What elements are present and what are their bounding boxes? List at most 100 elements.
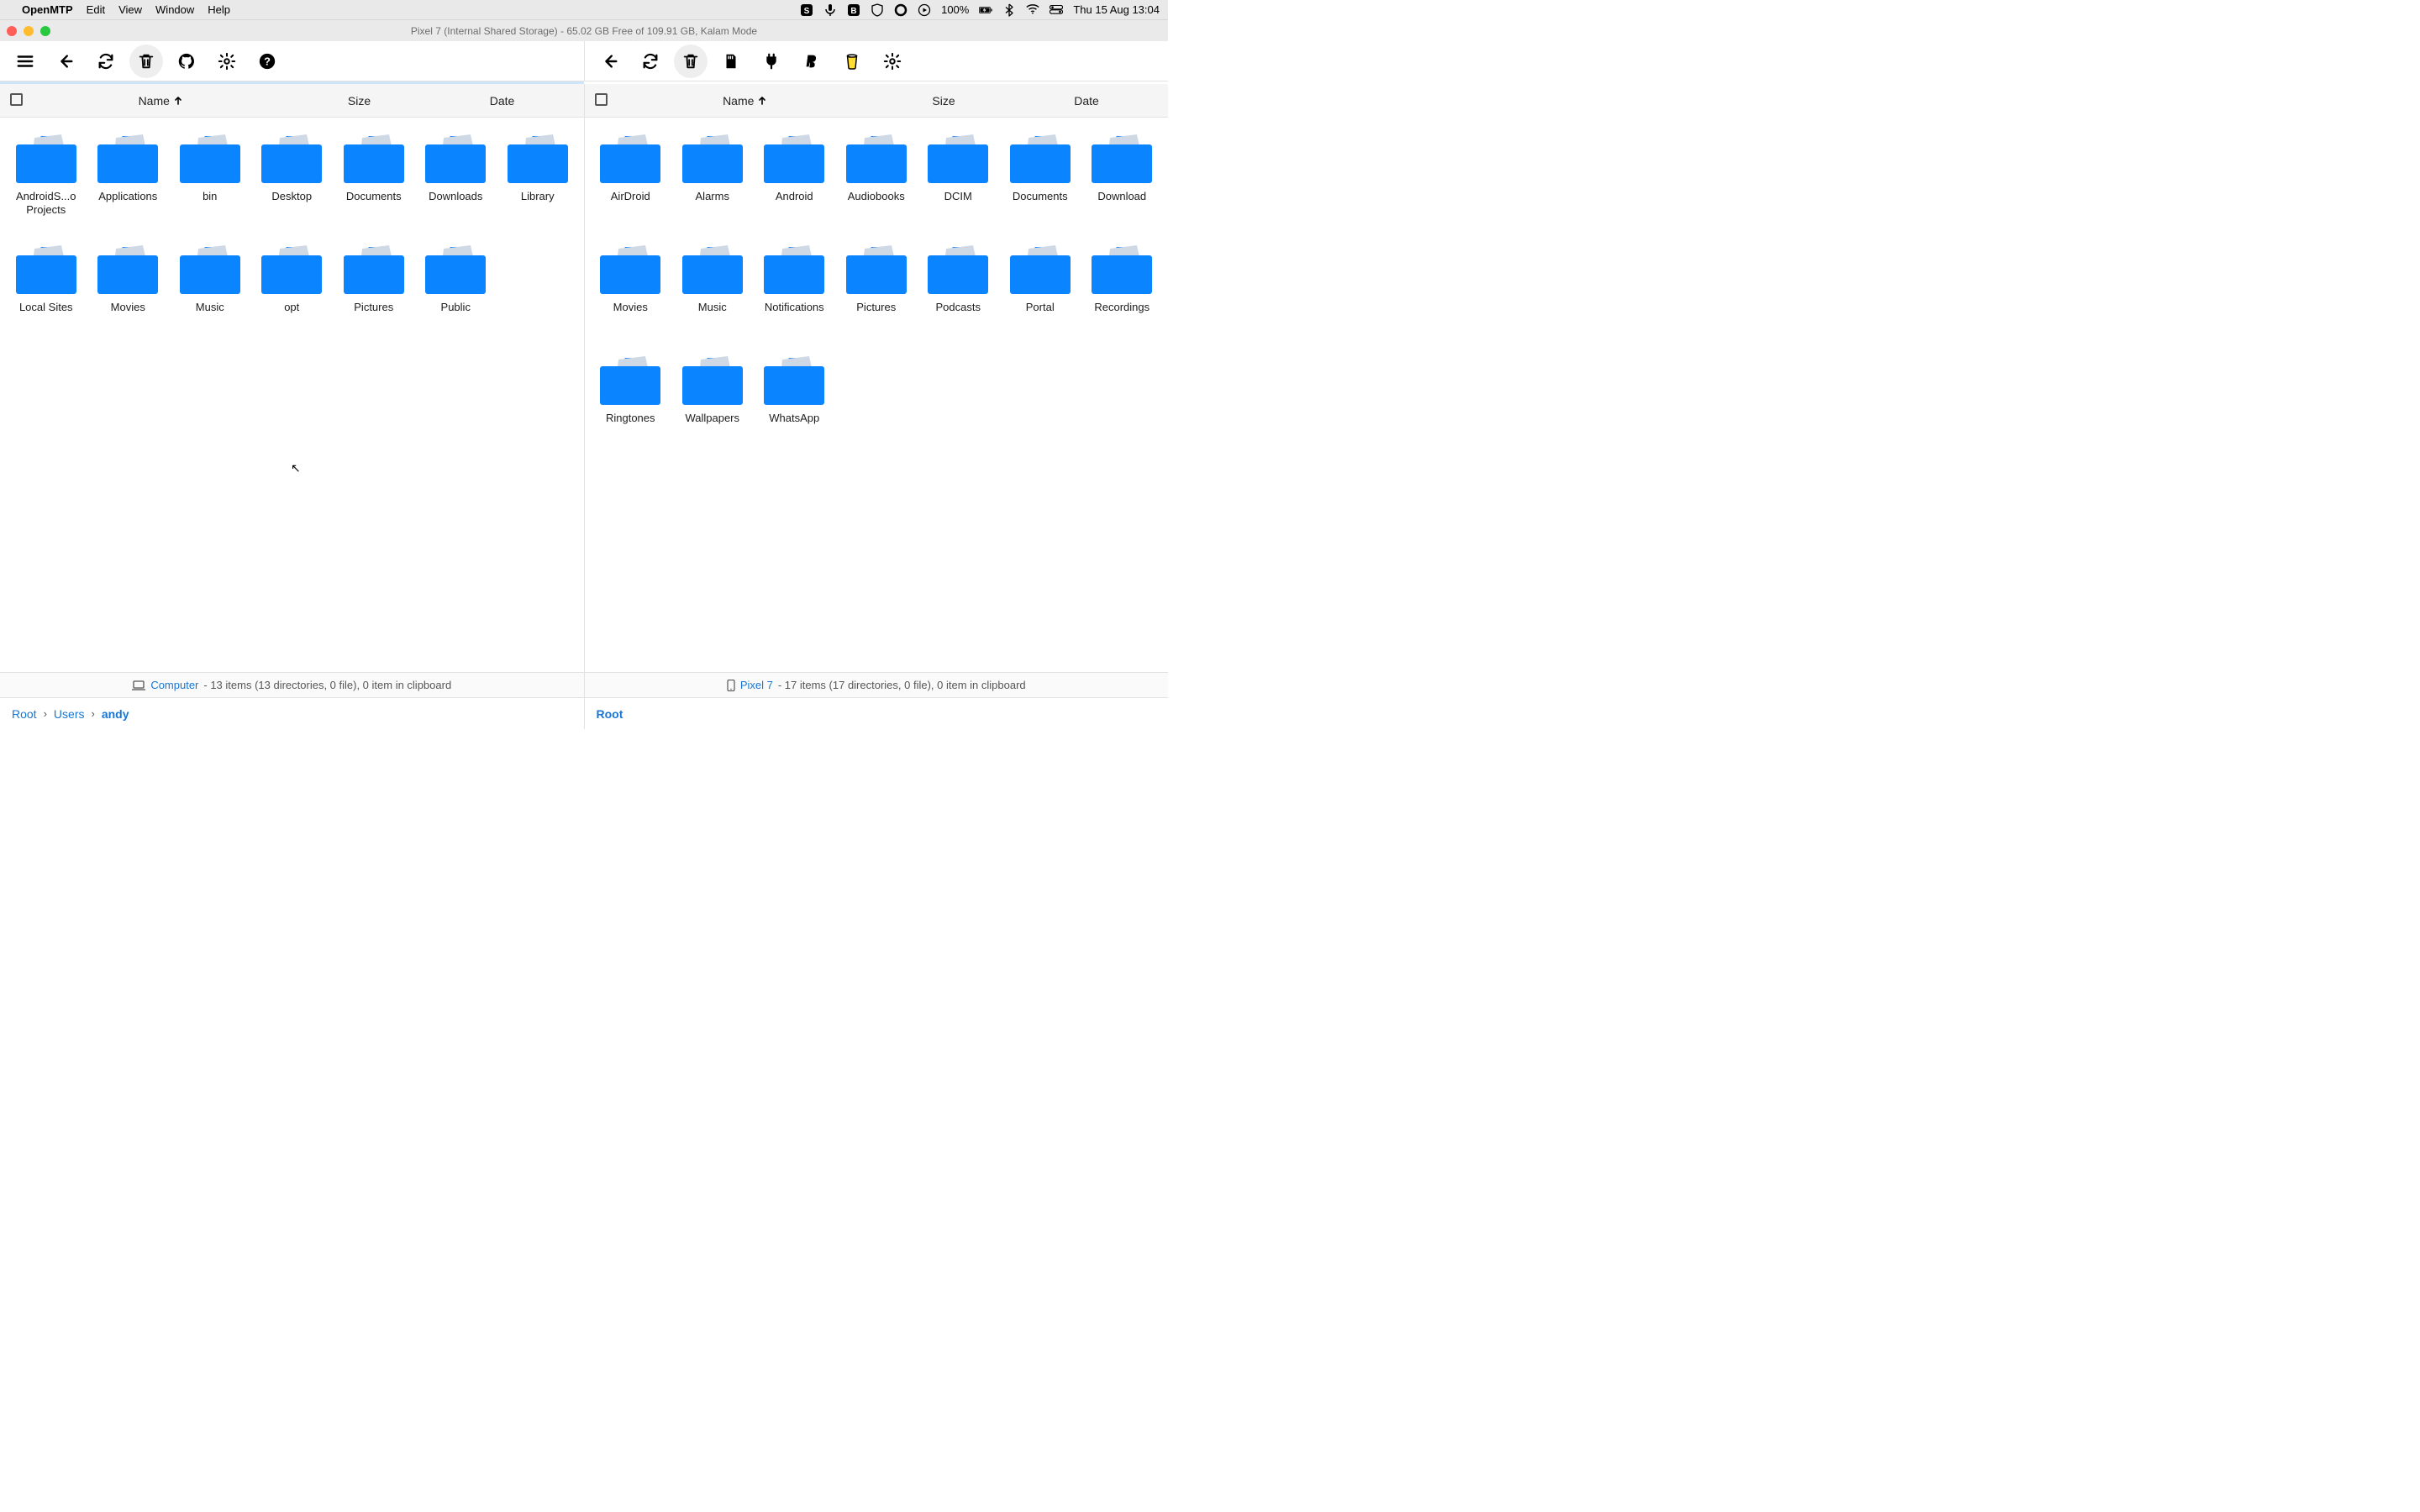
- breadcrumb-segment[interactable]: Root: [12, 707, 37, 721]
- folder-icon: [424, 133, 487, 185]
- storage-button[interactable]: [714, 45, 748, 78]
- col-size-mtp[interactable]: Size: [872, 94, 1015, 108]
- folder-item[interactable]: Downloads: [415, 129, 497, 239]
- delete-button-mtp[interactable]: [674, 45, 708, 78]
- local-toolbar: ?: [0, 41, 584, 81]
- wifi-icon[interactable]: [1026, 3, 1039, 17]
- local-folder-grid[interactable]: AndroidS...o ProjectsApplicationsbin Desk…: [0, 118, 584, 672]
- close-window-icon[interactable]: [7, 26, 17, 36]
- folder-label: Movies: [111, 301, 145, 314]
- folder-icon: [342, 244, 406, 296]
- folder-label: Audiobooks: [848, 190, 905, 203]
- folder-item[interactable]: WhatsApp: [754, 351, 836, 460]
- svg-text:S: S: [804, 7, 810, 16]
- battery-percent[interactable]: 100%: [941, 3, 969, 16]
- menu-help[interactable]: Help: [208, 3, 230, 16]
- github-button[interactable]: [170, 45, 203, 78]
- col-date-mtp[interactable]: Date: [1015, 94, 1158, 108]
- status-b-icon[interactable]: B: [847, 3, 860, 17]
- folder-item[interactable]: bin: [169, 129, 251, 239]
- settings-button-local[interactable]: [210, 45, 244, 78]
- breadcrumb-row: Root›Users›andy Root: [0, 697, 1168, 729]
- col-name-mtp[interactable]: Name: [618, 94, 873, 108]
- folder-item[interactable]: Public: [415, 240, 497, 349]
- folder-label: opt: [284, 301, 299, 314]
- folder-item[interactable]: Library: [497, 129, 579, 239]
- folder-item[interactable]: Pictures: [835, 240, 918, 349]
- folder-item[interactable]: Movies: [590, 240, 672, 349]
- breadcrumb-segment[interactable]: andy: [102, 707, 129, 721]
- folder-icon: [14, 133, 78, 185]
- breadcrumb-segment[interactable]: Users: [54, 707, 85, 721]
- back-button[interactable]: [49, 45, 82, 78]
- folder-item[interactable]: opt: [251, 240, 334, 349]
- folder-icon: [96, 244, 160, 296]
- circle-icon[interactable]: [894, 3, 908, 17]
- mtp-device-name[interactable]: Pixel 7: [740, 679, 773, 691]
- help-button[interactable]: ?: [250, 45, 284, 78]
- select-all-checkbox-local[interactable]: [10, 93, 23, 106]
- refresh-button-mtp[interactable]: [634, 45, 667, 78]
- local-statusbar: Computer - 13 items (13 directories, 0 f…: [0, 673, 585, 697]
- folder-item[interactable]: Applications: [87, 129, 170, 239]
- maximize-window-icon[interactable]: [40, 26, 50, 36]
- folder-item[interactable]: Notifications: [754, 240, 836, 349]
- app-name[interactable]: OpenMTP: [22, 3, 73, 16]
- folder-item[interactable]: Ringtones: [590, 351, 672, 460]
- menu-button[interactable]: [8, 45, 42, 78]
- folder-item[interactable]: AndroidS...o Projects: [5, 129, 87, 239]
- col-date-local[interactable]: Date: [431, 94, 574, 108]
- play-circle-icon[interactable]: [918, 3, 931, 17]
- menu-edit[interactable]: Edit: [87, 3, 105, 16]
- folder-item[interactable]: Documents: [333, 129, 415, 239]
- microphone-icon[interactable]: [823, 3, 837, 17]
- local-device-name[interactable]: Computer: [150, 679, 198, 691]
- folder-item[interactable]: Music: [671, 240, 754, 349]
- status-s-icon[interactable]: S: [800, 3, 813, 17]
- folder-item[interactable]: Alarms: [671, 129, 754, 239]
- select-all-checkbox-mtp[interactable]: [595, 93, 608, 106]
- folder-label: DCIM: [944, 190, 972, 203]
- buymeacoffee-button[interactable]: [835, 45, 869, 78]
- folder-item[interactable]: Portal: [999, 240, 1081, 349]
- folder-item[interactable]: AirDroid: [590, 129, 672, 239]
- folder-item[interactable]: Wallpapers: [671, 351, 754, 460]
- folder-icon: [506, 133, 570, 185]
- delete-button-local[interactable]: [129, 45, 163, 78]
- folder-icon: [598, 244, 662, 296]
- settings-button-mtp[interactable]: [876, 45, 909, 78]
- folder-label: Desktop: [271, 190, 312, 203]
- folder-item[interactable]: DCIM: [918, 129, 1000, 239]
- folder-item[interactable]: Pictures: [333, 240, 415, 349]
- paypal-button[interactable]: [795, 45, 829, 78]
- battery-icon[interactable]: [979, 3, 992, 17]
- col-name-local[interactable]: Name: [34, 94, 288, 108]
- folder-item[interactable]: Download: [1081, 129, 1164, 239]
- folder-item[interactable]: Audiobooks: [835, 129, 918, 239]
- breadcrumb-segment[interactable]: Root: [597, 707, 623, 721]
- folder-icon: [1008, 244, 1072, 296]
- plug-button[interactable]: [755, 45, 788, 78]
- back-button-mtp[interactable]: [593, 45, 627, 78]
- clock[interactable]: Thu 15 Aug 13:04: [1073, 3, 1160, 16]
- folder-item[interactable]: Movies: [87, 240, 170, 349]
- folder-item[interactable]: Music: [169, 240, 251, 349]
- col-size-local[interactable]: Size: [288, 94, 431, 108]
- folder-item[interactable]: Desktop: [251, 129, 334, 239]
- bluetooth-icon[interactable]: [1002, 3, 1016, 17]
- folder-item[interactable]: Documents: [999, 129, 1081, 239]
- menu-window[interactable]: Window: [155, 3, 194, 16]
- folder-item[interactable]: Local Sites: [5, 240, 87, 349]
- shield-icon[interactable]: [871, 3, 884, 17]
- folder-item[interactable]: Recordings: [1081, 240, 1164, 349]
- folder-item[interactable]: Android: [754, 129, 836, 239]
- window-titlebar: Pixel 7 (Internal Shared Storage) - 65.0…: [0, 20, 1168, 41]
- menu-view[interactable]: View: [118, 3, 142, 16]
- control-center-icon[interactable]: [1050, 3, 1063, 17]
- refresh-button-local[interactable]: [89, 45, 123, 78]
- mtp-folder-grid[interactable]: AirDroidAlarmsAndroid Audiobooks DCIM Docum…: [585, 118, 1169, 672]
- phone-icon: [727, 680, 735, 691]
- minimize-window-icon[interactable]: [24, 26, 34, 36]
- folder-item[interactable]: Podcasts: [918, 240, 1000, 349]
- traffic-lights[interactable]: [7, 26, 50, 36]
